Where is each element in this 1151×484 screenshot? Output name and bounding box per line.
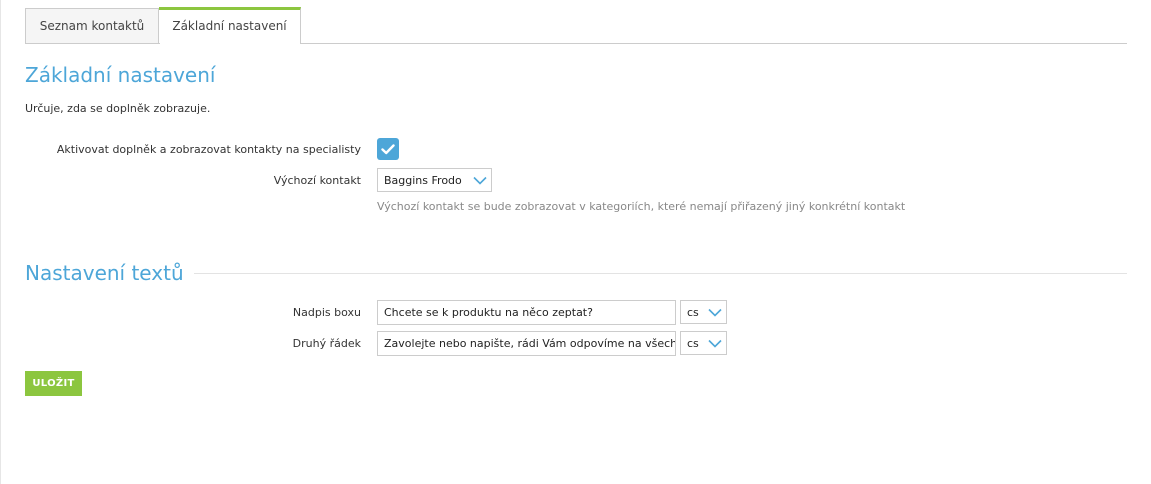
default-contact-hint: Výchozí kontakt se bude zobrazovat v kat… <box>377 200 906 213</box>
box-title-lang-select[interactable]: cs <box>680 300 727 324</box>
chevron-down-icon <box>469 169 491 191</box>
chevron-down-icon <box>704 332 726 354</box>
tab-bar: Seznam kontaktů Základní nastavení <box>25 7 301 44</box>
tab-basic-settings[interactable]: Základní nastavení <box>159 7 301 44</box>
box-title-label: Nadpis boxu <box>292 306 361 319</box>
default-contact-value: Baggins Frodo <box>384 173 462 187</box>
checkmark-icon <box>381 143 395 154</box>
section-divider <box>180 273 1127 274</box>
second-line-label: Druhý řádek <box>292 337 361 350</box>
lang-value: cs <box>687 305 699 319</box>
page-left-border <box>0 0 1 484</box>
tab-contact-list[interactable]: Seznam kontaktů <box>25 8 159 43</box>
section-description: Určuje, zda se doplněk zobrazuje. <box>25 102 211 115</box>
activate-label: Aktivovat doplněk a zobrazovat kontakty … <box>56 143 361 156</box>
section-title-texts: Nastavení textů <box>25 261 194 285</box>
lang-value: cs <box>687 336 699 350</box>
default-contact-select[interactable]: Baggins Frodo <box>377 168 492 192</box>
default-contact-label: Výchozí kontakt <box>273 174 361 187</box>
second-line-lang-select[interactable]: cs <box>680 331 727 355</box>
save-button[interactable]: ULOŽIT <box>25 371 82 396</box>
box-title-input[interactable]: Chcete se k produktu na něco zeptat? <box>377 300 676 325</box>
activate-checkbox[interactable] <box>377 138 399 160</box>
section-title-basic: Základní nastavení <box>25 63 216 87</box>
chevron-down-icon <box>704 301 726 323</box>
second-line-input[interactable]: Zavolejte nebo napište, rádi Vám odpovím… <box>377 331 676 356</box>
